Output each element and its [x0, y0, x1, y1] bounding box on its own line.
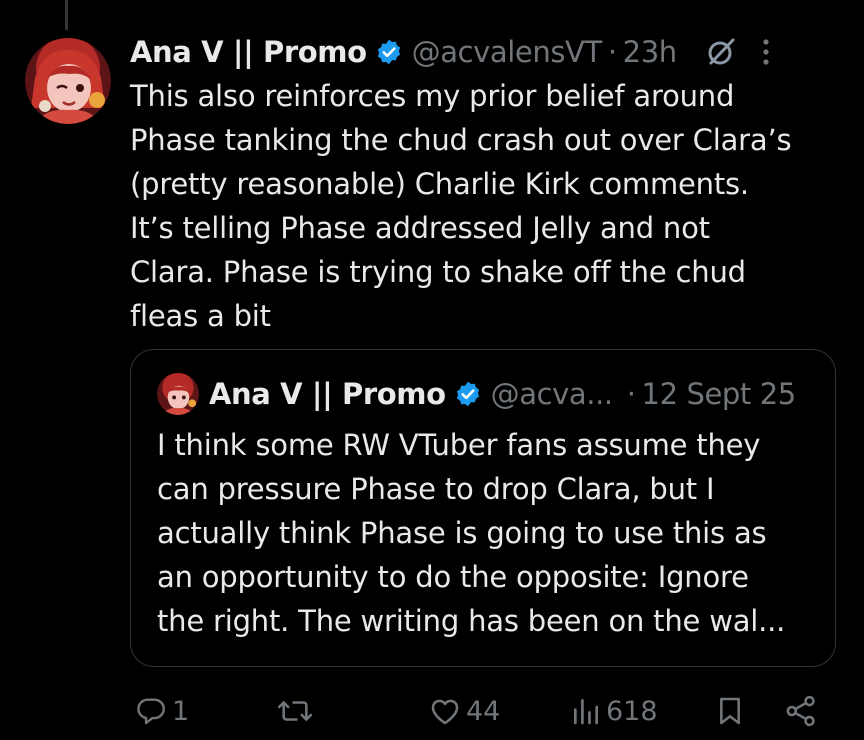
like-count: 44 — [466, 695, 501, 727]
like-button[interactable]: 44 — [428, 688, 500, 734]
views-icon — [570, 694, 602, 728]
tweet-text: This also reinforces my prior belief aro… — [130, 79, 792, 333]
bookmark-button[interactable] — [714, 688, 746, 734]
share-icon — [784, 694, 818, 728]
author-name[interactable]: Ana V || Promo — [130, 35, 367, 69]
view-count: 618 — [606, 695, 658, 727]
author-avatar[interactable] — [25, 38, 111, 124]
views-button[interactable]: 618 — [570, 688, 658, 734]
reply-count: 1 — [172, 695, 190, 727]
more-options-icon[interactable] — [761, 37, 771, 67]
reply-button[interactable]: 1 — [134, 688, 189, 734]
quoted-tweet-header: Ana V || Promo @acva... · 12 Sept 25 — [209, 372, 819, 416]
retweet-button[interactable] — [276, 688, 318, 734]
quoted-author-avatar[interactable] — [157, 373, 199, 415]
quoted-author-handle: @acva... — [490, 377, 614, 411]
verified-badge-icon — [454, 380, 482, 408]
tweet-action-bar: 1 44 618 — [130, 688, 830, 734]
author-handle[interactable]: @acvalensVT — [412, 35, 603, 69]
tweet-header: Ana V || Promo @acvalensVT · 23h — [130, 30, 835, 74]
verified-badge-icon[interactable] — [375, 38, 403, 66]
quoted-author-name[interactable]: Ana V || Promo — [209, 377, 446, 411]
bookmark-icon — [714, 694, 746, 728]
tweet-time[interactable]: 23h — [623, 35, 677, 69]
separator-dot: · — [626, 377, 636, 411]
thread-connector-line — [65, 0, 68, 30]
quoted-tweet-date: 12 Sept 25 — [641, 377, 797, 411]
reply-icon — [134, 694, 168, 728]
share-button[interactable] — [784, 688, 818, 734]
separator-dot: · — [607, 35, 617, 69]
quoted-tweet-text: I think some RW VTuber fans assume they … — [157, 428, 786, 638]
retweet-icon — [276, 694, 314, 728]
like-icon — [428, 694, 462, 728]
quoted-tweet-card[interactable]: Ana V || Promo @acva... · 12 Sept 25 I t… — [130, 349, 836, 667]
grok-icon[interactable] — [705, 36, 737, 68]
